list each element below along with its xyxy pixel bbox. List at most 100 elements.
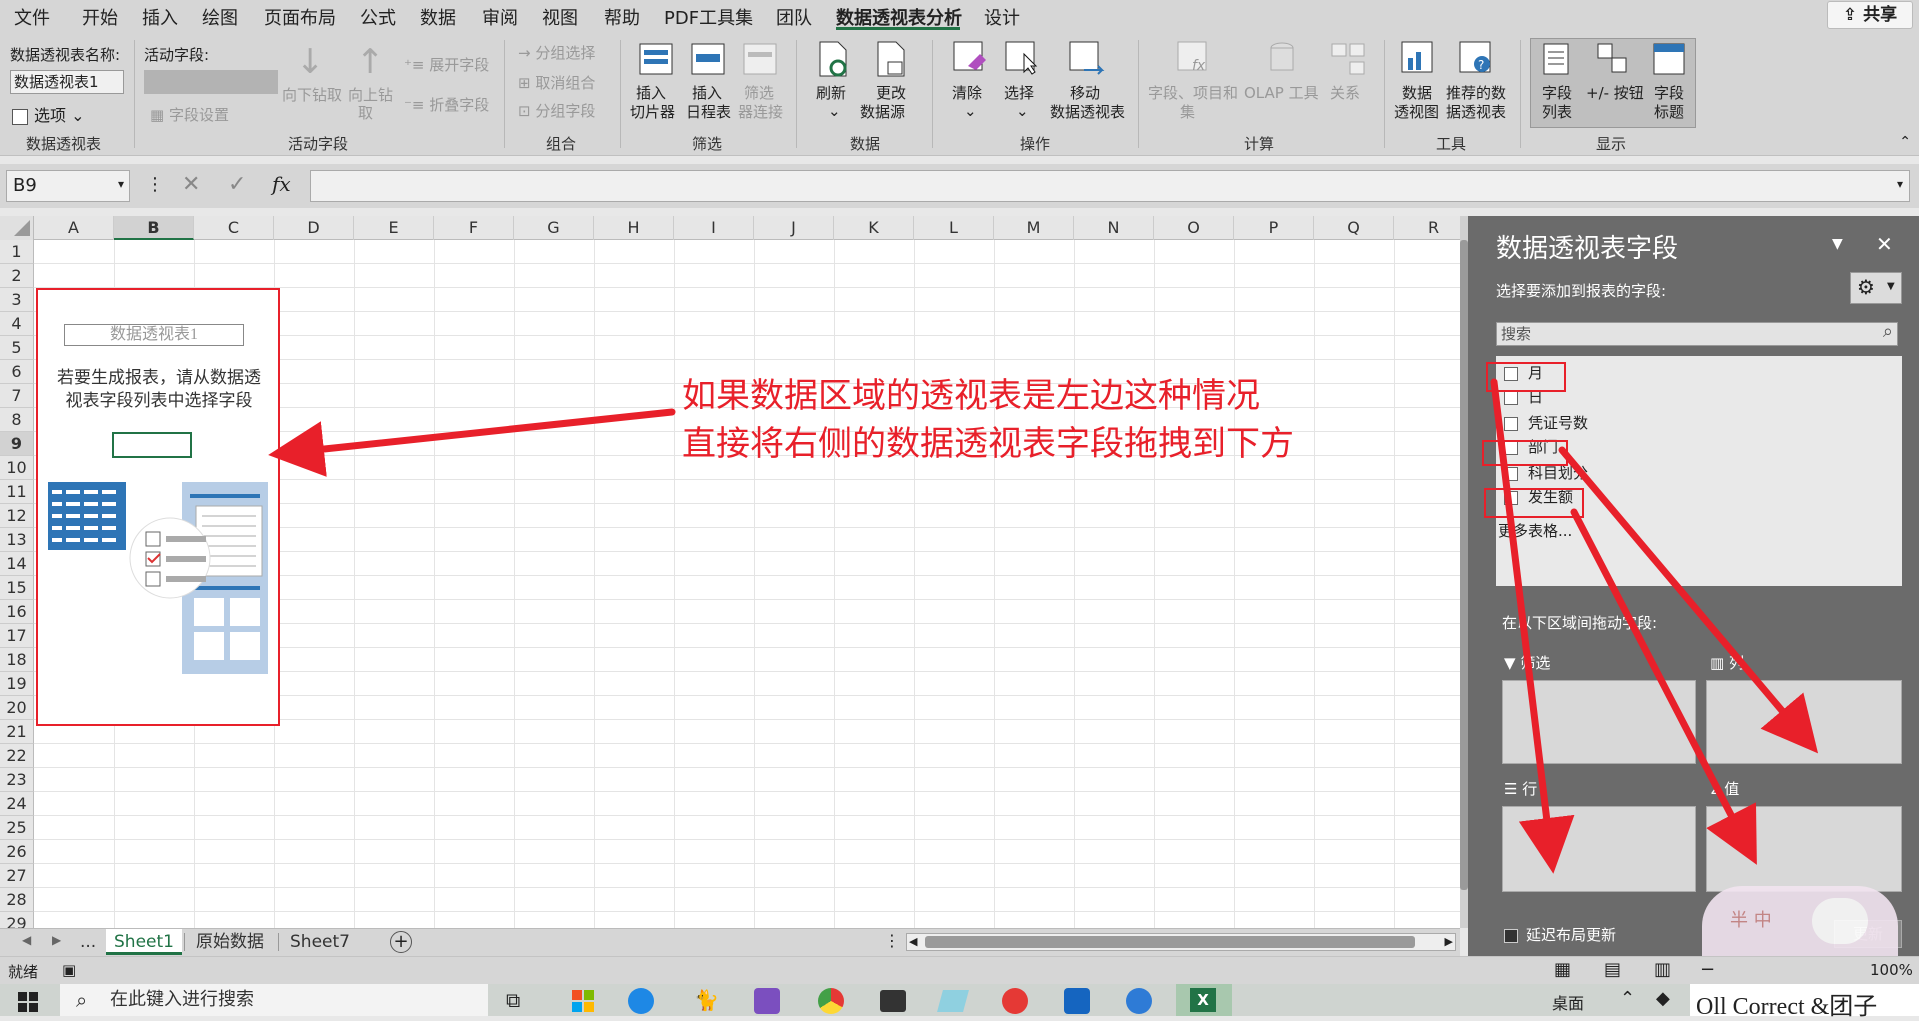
row-header-10[interactable]: 10 xyxy=(0,456,34,480)
row-header-13[interactable]: 13 xyxy=(0,528,34,552)
row-header-20[interactable]: 20 xyxy=(0,696,34,720)
insert-slicer-label-1[interactable]: 插入 xyxy=(636,84,666,103)
menu-view[interactable]: 视图 xyxy=(542,4,578,30)
column-header-h[interactable]: H xyxy=(594,216,674,240)
plus-minus-buttons[interactable]: +/- 按钮 xyxy=(1586,84,1644,103)
row-header-3[interactable]: 3 xyxy=(0,288,34,312)
field-search-input[interactable]: 搜索 ⌕ xyxy=(1496,321,1898,346)
insert-timeline-label-1[interactable]: 插入 xyxy=(692,84,722,103)
terminal-icon[interactable] xyxy=(880,990,906,1012)
row-header-1[interactable]: 1 xyxy=(0,240,34,264)
formula-input[interactable]: ▾ xyxy=(310,170,1910,202)
panel-settings-button[interactable]: ⚙ ▼ xyxy=(1850,272,1902,304)
menu-file[interactable]: 文件 xyxy=(14,4,50,30)
vertical-scroll-thumb[interactable] xyxy=(1460,240,1468,890)
row-header-2[interactable]: 2 xyxy=(0,264,34,288)
insert-timeline-label-2[interactable]: 日程表 xyxy=(686,103,731,122)
windows-start-icon[interactable] xyxy=(18,992,38,1012)
checkbox[interactable] xyxy=(1504,390,1518,405)
enter-icon[interactable]: ✓ xyxy=(228,172,246,197)
refresh-dropdown[interactable]: ⌄ xyxy=(828,102,841,121)
recommended-pivot-label-1[interactable]: 推荐的数 xyxy=(1446,84,1506,103)
change-source-label-2[interactable]: 数据源 xyxy=(860,103,905,122)
task-view-icon[interactable]: ⧉ xyxy=(506,988,520,1012)
column-header-k[interactable]: K xyxy=(834,216,914,240)
menu-review[interactable]: 审阅 xyxy=(482,4,518,30)
column-header-o[interactable]: O xyxy=(1154,216,1234,240)
vertical-scrollbar[interactable] xyxy=(1460,216,1468,928)
column-header-g[interactable]: G xyxy=(514,216,594,240)
column-header-d[interactable]: D xyxy=(274,216,354,240)
column-header-l[interactable]: L xyxy=(914,216,994,240)
field-item-voucher[interactable]: 凭证号数 xyxy=(1504,412,1588,434)
share-button[interactable]: ⇪ 共享 xyxy=(1827,1,1913,29)
tab-split-handle[interactable]: ⋮ xyxy=(884,931,900,950)
column-header-f[interactable]: F xyxy=(434,216,514,240)
row-header-27[interactable]: 27 xyxy=(0,864,34,888)
row-header-11[interactable]: 11 xyxy=(0,480,34,504)
normal-view-icon[interactable]: ▦ xyxy=(1554,959,1571,980)
wps-icon[interactable] xyxy=(1002,988,1028,1014)
select-button[interactable]: 选择 xyxy=(1004,84,1034,103)
sheet-tab-raw-data[interactable]: 原始数据 xyxy=(188,929,272,955)
excel-taskbar-button[interactable]: X xyxy=(1176,984,1232,1016)
field-headers-label-2[interactable]: 标题 xyxy=(1654,103,1684,122)
column-header-q[interactable]: Q xyxy=(1314,216,1394,240)
sheet-tab-sheet1[interactable]: Sheet1 xyxy=(106,929,182,955)
menu-pdf-tools[interactable]: PDF工具集 xyxy=(664,4,753,30)
pivot-placeholder[interactable]: 数据透视表1 若要生成报表，请从数据透 视表字段列表中选择字段 xyxy=(36,288,280,726)
taskbar-search-box[interactable]: ⌕ 在此键入进行搜索 xyxy=(60,984,488,1016)
field-list-label-1[interactable]: 字段 xyxy=(1542,84,1572,103)
defer-update-toggle[interactable]: 延迟布局更新 xyxy=(1504,924,1616,946)
row-header-19[interactable]: 19 xyxy=(0,672,34,696)
page-layout-view-icon[interactable]: ▤ xyxy=(1604,959,1621,980)
panel-menu-icon[interactable]: ▼ xyxy=(1832,236,1843,252)
horizontal-scroll-thumb[interactable] xyxy=(925,936,1415,948)
expand-formula-icon[interactable]: ▾ xyxy=(1897,177,1903,191)
chrome-icon[interactable] xyxy=(818,988,844,1014)
menu-insert[interactable]: 插入 xyxy=(142,4,178,30)
change-source-label-1[interactable]: 更改 xyxy=(876,84,906,103)
row-header-15[interactable]: 15 xyxy=(0,576,34,600)
row-header-23[interactable]: 23 xyxy=(0,768,34,792)
macro-record-icon[interactable]: ▣ xyxy=(62,961,76,979)
insert-slicer-label-2[interactable]: 切片器 xyxy=(630,103,675,122)
cat-app-icon[interactable]: 🐈 xyxy=(694,988,719,1012)
horizontal-scrollbar[interactable]: ◀ ▶ xyxy=(906,933,1456,951)
menu-draw[interactable]: 绘图 xyxy=(202,4,238,30)
name-box[interactable]: B9 ▾ xyxy=(6,170,130,202)
move-pivot-label-1[interactable]: 移动 xyxy=(1070,84,1100,103)
sheet-tabs-ellipsis[interactable]: ... xyxy=(72,929,104,955)
checkbox[interactable] xyxy=(1504,928,1518,943)
row-header-6[interactable]: 6 xyxy=(0,360,34,384)
options-button[interactable]: 选项 ⌄ xyxy=(12,102,85,126)
row-header-18[interactable]: 18 xyxy=(0,648,34,672)
ime-indicator[interactable]: Oll Correct &团子 xyxy=(1690,984,1919,1020)
column-header-b[interactable]: B xyxy=(114,216,194,240)
menu-team[interactable]: 团队 xyxy=(776,4,812,30)
page-break-view-icon[interactable]: ▥ xyxy=(1654,959,1671,980)
sheet-tab-sheet7[interactable]: Sheet7 xyxy=(282,929,358,955)
menu-data[interactable]: 数据 xyxy=(420,4,456,30)
refresh-button[interactable]: 刷新 xyxy=(816,84,846,103)
pivot-name-input[interactable]: 数据透视表1 xyxy=(10,70,124,94)
area-filter-dropzone[interactable] xyxy=(1502,680,1696,764)
field-headers-label-1[interactable]: 字段 xyxy=(1654,84,1684,103)
pivot-chart-label-2[interactable]: 透视图 xyxy=(1394,103,1439,122)
row-header-8[interactable]: 8 xyxy=(0,408,34,432)
column-header-i[interactable]: I xyxy=(674,216,754,240)
column-header-c[interactable]: C xyxy=(194,216,274,240)
scroll-left-icon[interactable]: ◀ xyxy=(22,933,31,947)
row-header-25[interactable]: 25 xyxy=(0,816,34,840)
collapse-ribbon-icon[interactable]: ⌃ xyxy=(1899,134,1911,150)
row-header-21[interactable]: 21 xyxy=(0,720,34,744)
field-list-label-2[interactable]: 列表 xyxy=(1542,103,1572,122)
row-header-26[interactable]: 26 xyxy=(0,840,34,864)
menu-help[interactable]: 帮助 xyxy=(604,4,640,30)
row-header-17[interactable]: 17 xyxy=(0,624,34,648)
k-app-icon[interactable] xyxy=(1064,988,1090,1014)
function-icon[interactable]: fx xyxy=(272,172,291,196)
area-values-dropzone[interactable] xyxy=(1706,806,1902,892)
column-header-m[interactable]: M xyxy=(994,216,1074,240)
selected-cell-b9[interactable] xyxy=(112,432,192,458)
